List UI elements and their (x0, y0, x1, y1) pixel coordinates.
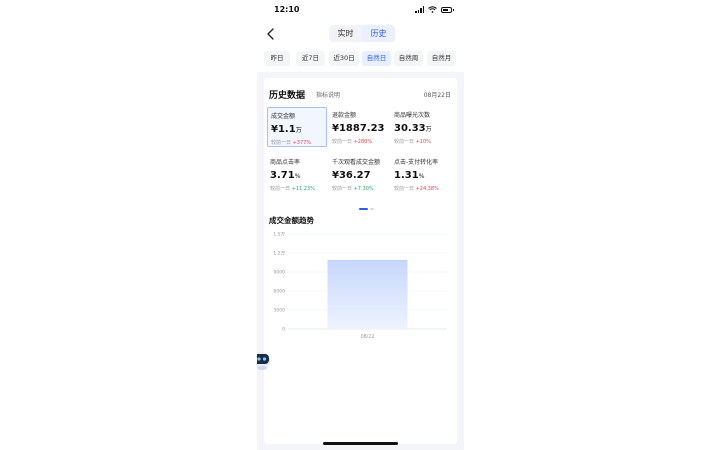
metric-compare: 较前一日 +10% (394, 139, 431, 145)
chart-area-mark[interactable] (327, 260, 408, 329)
view-switch: 实时 历史 (329, 25, 395, 42)
status-bar: 12:10 (257, 0, 464, 22)
metric-compare: 较前一日 +7.30% (332, 186, 374, 192)
metric-compare: 较前一日 +280% (332, 139, 373, 145)
chart-xtick-label: 08/22 (361, 334, 375, 340)
metric-pager (359, 208, 374, 210)
card-title: 历史数据 (269, 91, 306, 101)
metric-value: ¥1.1万 (271, 124, 302, 135)
metric-value: 30.33万 (394, 123, 432, 134)
metric-value: ¥36.27 (332, 170, 371, 181)
metric-gpm[interactable]: 千次观看成交金额 ¥36.27 较前一日 +7.30% (329, 154, 389, 194)
card-date: 08月22日 (423, 92, 451, 99)
chart-ytick-label: 0 (282, 327, 285, 333)
chart-ytick-label: 1.2万 (273, 251, 285, 257)
trend-title: 成交金额趋势 (269, 216, 314, 225)
metric-label: 成交金额 (271, 113, 296, 120)
range-natural-month[interactable]: 自然月 (427, 51, 456, 66)
metric-refund[interactable]: 退款金额 ¥1887.23 较前一日 +280% (329, 107, 389, 147)
chart-ytick-label: 6000 (274, 289, 286, 295)
signal-icon (415, 6, 424, 13)
metric-value: 1.31% (394, 170, 425, 181)
metric-impressions[interactable]: 商品曝光次数 30.33万 较前一日 +10% (391, 107, 451, 147)
metric-value: 3.71% (270, 170, 301, 181)
status-icons (415, 6, 454, 13)
range-natural-week[interactable]: 自然周 (394, 51, 423, 66)
battery-icon (441, 6, 454, 13)
range-last-7-days[interactable]: 近7日 (296, 51, 325, 66)
range-yesterday[interactable]: 昨日 (264, 51, 290, 66)
metric-compare: 较前一日 +377% (271, 140, 312, 146)
metric-conversion[interactable]: 点击-支付转化率 1.31% 较前一日 +24.38% (391, 154, 451, 194)
metric-label: 商品曝光次数 (394, 112, 431, 119)
chart-ytick-label: 9000 (274, 270, 286, 276)
metric-value: ¥1887.23 (332, 123, 385, 134)
metric-label: 千次观看成交金额 (332, 159, 381, 166)
wifi-icon (428, 6, 437, 13)
metric-label: 退款金额 (332, 112, 357, 119)
tab-realtime[interactable]: 实时 (329, 25, 362, 42)
tab-history[interactable]: 历史 (362, 25, 395, 42)
gmv-trend-chart: 1.5万 1.2万 9000 6000 3000 0 08/22 (273, 232, 447, 340)
range-natural-day[interactable]: 自然日 (362, 51, 391, 66)
home-indicator (323, 442, 398, 445)
history-data-card: 历史数据 指标说明 08月22日 成交金额 ¥1.1万 较前一日 +377% 退… (264, 78, 457, 444)
metric-ctr[interactable]: 商品点击率 3.71% 较前一日 +11.23% (267, 154, 327, 194)
phone-screen: 12:10 实时 历史 昨日 近7日 近30日 自然日 自然周 自然月 历史数据… (257, 0, 464, 450)
status-time: 12:10 (274, 5, 300, 14)
nav-bar: 实时 历史 (257, 22, 464, 46)
metric-label: 点击-支付转化率 (394, 159, 439, 166)
pager-dot-1[interactable] (359, 208, 368, 210)
metric-gmv[interactable]: 成交金额 ¥1.1万 较前一日 +377% (267, 107, 327, 147)
metric-compare: 较前一日 +11.23% (270, 186, 315, 192)
back-arrow-icon[interactable] (263, 26, 279, 42)
chart-ytick-label: 1.5万 (273, 232, 285, 238)
pager-dot-2[interactable] (370, 208, 374, 210)
assistant-robot-icon[interactable] (257, 347, 273, 373)
metric-help-link[interactable]: 指标说明 (316, 90, 340, 99)
metric-label: 商品点击率 (270, 159, 301, 166)
chart-ytick-label: 3000 (274, 308, 286, 314)
metric-compare: 较前一日 +24.38% (394, 186, 439, 192)
date-range-selector: 昨日 近7日 近30日 自然日 自然周 自然月 (257, 46, 464, 72)
range-last-30-days[interactable]: 近30日 (329, 51, 359, 66)
